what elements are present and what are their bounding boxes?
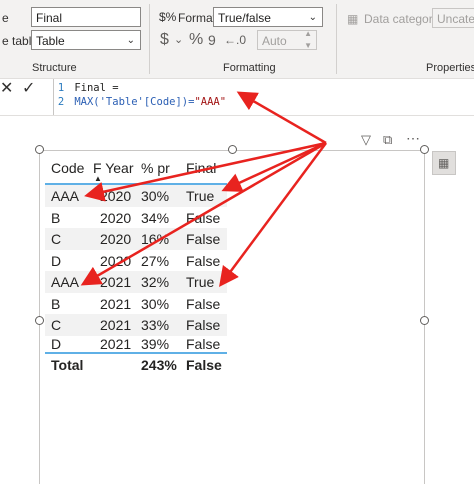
decimal-increase-icon[interactable]: ←.0 — [224, 31, 246, 49]
cell-final: False — [186, 335, 221, 352]
cell-percent: 39% — [141, 335, 170, 352]
ribbon: e Final e table Table ⌄ Structure $% For… — [0, 0, 474, 79]
line-number: 1 — [57, 82, 65, 94]
data-category-label: Data category — [364, 12, 439, 26]
cell-year: 2021 — [100, 335, 132, 352]
cell-percent: 16% — [141, 231, 170, 247]
table-row: C 2020 16% False — [45, 228, 227, 250]
cell-final: False — [186, 252, 221, 269]
filter-icon[interactable]: ▽ — [361, 131, 371, 149]
formula-string: "AAA" — [194, 96, 227, 108]
formula-line-1: 1 Final = — [54, 81, 119, 95]
header-final[interactable]: Final — [186, 160, 216, 176]
stepper-arrows-icon: ▲ ▼ — [304, 29, 312, 50]
cell-year: 2021 — [100, 274, 132, 290]
total-percent: 243% — [141, 357, 177, 373]
resize-handle[interactable] — [35, 145, 44, 154]
cell-code: AAA — [51, 274, 80, 290]
cell-percent: 32% — [141, 274, 170, 290]
resize-handle[interactable] — [228, 145, 237, 154]
cell-year: 2021 — [100, 317, 132, 333]
chevron-down-icon: ⌄ — [308, 12, 317, 23]
cell-final: False — [186, 209, 221, 226]
formula-bar: ✕ ✓ 1 Final = 2 MAX('Table'[Code])="AAA" — [0, 79, 474, 116]
table-row: D 2021 39% False — [45, 336, 227, 352]
cell-code: C — [51, 317, 62, 333]
cell-year: 2021 — [100, 295, 132, 312]
format-icon: $% — [159, 10, 177, 24]
cell-percent: 27% — [141, 252, 170, 269]
ribbon-separator — [336, 4, 337, 74]
cell-code: C — [51, 231, 62, 247]
cell-final: False — [186, 317, 221, 333]
home-table-value: Table — [36, 34, 65, 48]
data-category-select[interactable]: Uncateg — [432, 8, 474, 28]
visual-type-button[interactable]: ▦ — [432, 151, 456, 175]
chevron-down-icon: ⌄ — [126, 35, 135, 46]
table-row: C 2021 33% False — [45, 314, 227, 336]
cell-code: AAA — [51, 188, 80, 204]
table-row: AAA 2021 32% True — [45, 271, 227, 293]
formula-line-2: 2 MAX('Table'[Code])="AAA" — [54, 95, 226, 109]
name-label: e — [2, 11, 9, 25]
structure-group-label: Structure — [32, 62, 77, 74]
data-category-icon: ▦ — [347, 12, 359, 26]
comma-style-icon[interactable]: 9 — [208, 31, 216, 49]
more-options-icon[interactable]: ⋯ — [406, 129, 420, 147]
home-table-select[interactable]: Table ⌄ — [31, 30, 141, 50]
cell-year: 2020 — [100, 252, 132, 269]
cell-year: 2020 — [100, 231, 132, 247]
percent-icon[interactable]: % — [189, 31, 203, 49]
table-row: B 2020 34% False — [45, 207, 227, 229]
header-code[interactable]: Code — [51, 160, 84, 176]
cell-final: False — [186, 231, 221, 247]
cell-code: D — [51, 335, 62, 352]
cell-year: 2020 — [100, 209, 132, 226]
cell-final: True — [186, 188, 215, 204]
cell-percent: 33% — [141, 317, 170, 333]
table-row: D 2020 27% False — [45, 250, 227, 272]
cell-year: 2020 — [100, 188, 132, 204]
cell-percent: 34% — [141, 209, 170, 226]
formula-text: Final = — [74, 82, 119, 94]
total-row: Total 243% False — [45, 352, 227, 378]
header-percent[interactable]: % pr — [141, 160, 170, 176]
cell-code: D — [51, 252, 62, 269]
resize-handle[interactable] — [420, 316, 429, 325]
cell-percent: 30% — [141, 295, 170, 312]
format-value: True/false — [218, 11, 271, 25]
currency-icon[interactable]: $ — [160, 31, 169, 49]
cell-final: False — [186, 295, 221, 312]
line-number: 2 — [57, 96, 65, 108]
auto-value: Auto — [262, 34, 287, 48]
focus-mode-icon[interactable]: ⧉ — [383, 131, 392, 149]
cell-code: B — [51, 295, 61, 312]
cell-final: True — [186, 274, 215, 290]
commit-check-icon[interactable]: ✓ — [22, 80, 35, 98]
format-label: Format — [178, 11, 217, 25]
chevron-down-icon[interactable]: ⌄ — [174, 31, 183, 49]
resize-handle[interactable] — [35, 316, 44, 325]
format-select[interactable]: True/false ⌄ — [213, 7, 323, 27]
cell-code: B — [51, 209, 61, 226]
properties-group-label: Properties — [426, 62, 474, 74]
table-visual-icon: ▦ — [438, 156, 450, 170]
cell-percent: 30% — [141, 188, 170, 204]
formula-editor[interactable]: 1 Final = 2 MAX('Table'[Code])="AAA" — [53, 79, 474, 115]
total-label: Total — [51, 357, 84, 373]
name-input[interactable]: Final — [31, 7, 141, 27]
cancel-icon[interactable]: ✕ — [0, 80, 13, 98]
ribbon-separator — [149, 4, 150, 74]
table-row: B 2021 30% False — [45, 293, 227, 315]
table-header: Code F Year ▲ % pr Final — [45, 156, 227, 185]
formatting-group-label: Formatting — [223, 62, 276, 74]
sort-ascending-icon: ▲ — [94, 174, 102, 183]
resize-handle[interactable] — [420, 145, 429, 154]
total-final: False — [186, 357, 222, 373]
table-row: AAA 2020 30% True — [45, 185, 227, 207]
decimal-places-stepper[interactable]: Auto ▲ ▼ — [257, 29, 317, 50]
formula-function: MAX('Table'[Code])= — [74, 96, 195, 108]
